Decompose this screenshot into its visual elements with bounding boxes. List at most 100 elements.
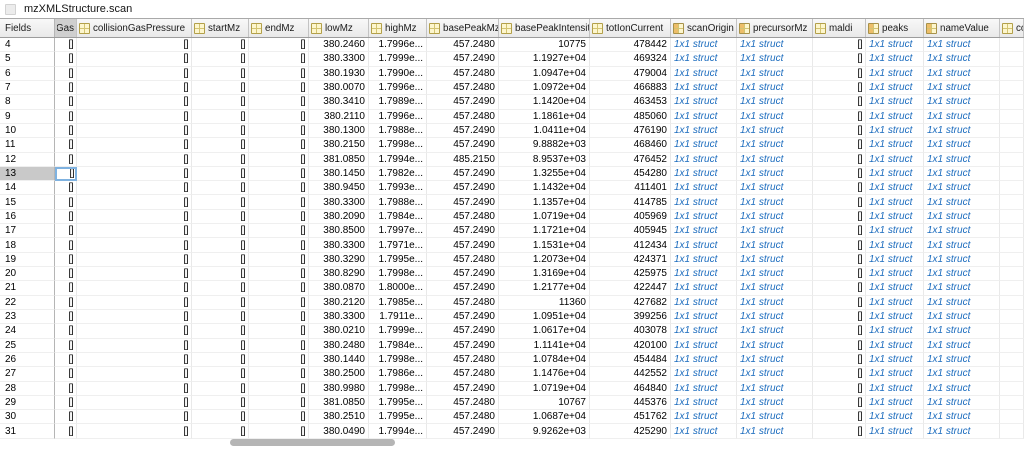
table-cell-highMz[interactable]: 1.7982e... <box>369 166 427 182</box>
table-cell-co[interactable] <box>1000 295 1024 310</box>
table-cell-peaks[interactable]: 1x1 struct <box>866 109 924 124</box>
table-cell-nameValue[interactable]: 1x1 struct <box>924 295 1000 310</box>
table-cell-collisionGasPressure[interactable]: [] <box>77 324 192 339</box>
table-cell-collisionGasPressure[interactable]: [] <box>77 281 192 296</box>
table-cell-totIonCurrent[interactable]: 454280 <box>590 166 671 182</box>
table-cell-co[interactable] <box>1000 195 1024 210</box>
table-cell-precursorMz[interactable]: 1x1 struct <box>737 52 813 67</box>
table-cell-precursorMz[interactable]: 1x1 struct <box>737 109 813 124</box>
table-cell-co[interactable] <box>1000 281 1024 296</box>
table-cell-maldi[interactable]: [] <box>813 109 866 124</box>
table-cell-co[interactable] <box>1000 95 1024 110</box>
table-cell-nameValue[interactable]: 1x1 struct <box>924 424 1000 439</box>
table-cell-basePeakMz[interactable]: 457.2480 <box>427 295 499 310</box>
table-cell-totIonCurrent[interactable]: 451762 <box>590 410 671 425</box>
table-cell-startMz[interactable]: [] <box>192 252 249 267</box>
row-header[interactable]: 13 <box>0 166 55 182</box>
table-cell-co[interactable] <box>1000 252 1024 267</box>
table-cell-endMz[interactable]: [] <box>249 367 309 382</box>
table-cell-precursorMz[interactable]: 1x1 struct <box>737 324 813 339</box>
table-cell-scanOrigin[interactable]: 1x1 struct <box>671 238 737 253</box>
table-cell-maldi[interactable]: [] <box>813 352 866 368</box>
table-cell-maldi[interactable]: [] <box>813 367 866 382</box>
table-cell-basePeakIntensity[interactable]: 1.0951e+04 <box>499 309 590 325</box>
table-cell-scanOrigin[interactable]: 1x1 struct <box>671 38 737 53</box>
table-cell-precursorMz[interactable]: 1x1 struct <box>737 181 813 196</box>
table-cell-collisionGasPressure[interactable]: [] <box>77 352 192 368</box>
table-cell-startMz[interactable]: [] <box>192 66 249 81</box>
table-cell-startMz[interactable]: [] <box>192 166 249 182</box>
table-cell-totIonCurrent[interactable]: 425290 <box>590 424 671 439</box>
table-cell-highMz[interactable]: 1.7996e... <box>369 109 427 124</box>
table-cell-totIonCurrent[interactable]: 464840 <box>590 381 671 396</box>
table-cell-nameValue[interactable]: 1x1 struct <box>924 410 1000 425</box>
table-cell-basePeakIntensity[interactable]: 1.3169e+04 <box>499 267 590 282</box>
table-cell-basePeakMz[interactable]: 457.2490 <box>427 309 499 325</box>
table-cell-endMz[interactable]: [] <box>249 381 309 396</box>
table-cell-highMz[interactable]: 1.7997e... <box>369 224 427 239</box>
table-cell-peaks[interactable]: 1x1 struct <box>866 410 924 425</box>
table-cell-totIonCurrent[interactable]: 469324 <box>590 52 671 67</box>
table-cell-peaks[interactable]: 1x1 struct <box>866 95 924 110</box>
table-cell-startMz[interactable]: [] <box>192 381 249 396</box>
table-cell-collisionGasPressure[interactable]: [] <box>77 80 192 96</box>
table-cell-endMz[interactable]: [] <box>249 424 309 439</box>
table-cell-basePeakMz[interactable]: 457.2480 <box>427 109 499 124</box>
table-cell-scanOrigin[interactable]: 1x1 struct <box>671 224 737 239</box>
table-cell-basePeakIntensity[interactable]: 1.0784e+04 <box>499 352 590 368</box>
table-cell-basePeakIntensity[interactable]: 9.8882e+03 <box>499 138 590 153</box>
table-cell-precursorMz[interactable]: 1x1 struct <box>737 424 813 439</box>
table-cell-endMz[interactable]: [] <box>249 166 309 182</box>
table-cell-co[interactable] <box>1000 352 1024 368</box>
table-cell-basePeakMz[interactable]: 457.2480 <box>427 80 499 96</box>
row-header[interactable]: 24 <box>0 324 55 339</box>
table-cell-startMz[interactable]: [] <box>192 267 249 282</box>
table-cell-collisionGasPressure[interactable]: [] <box>77 66 192 81</box>
table-cell-collisionGas[interactable]: [] <box>55 38 77 53</box>
table-cell-collisionGas[interactable]: [] <box>55 52 77 67</box>
table-cell-basePeakIntensity[interactable]: 1.2073e+04 <box>499 252 590 267</box>
table-cell-scanOrigin[interactable]: 1x1 struct <box>671 381 737 396</box>
table-cell-startMz[interactable]: [] <box>192 367 249 382</box>
table-cell-scanOrigin[interactable]: 1x1 struct <box>671 338 737 353</box>
table-cell-scanOrigin[interactable]: 1x1 struct <box>671 181 737 196</box>
table-cell-highMz[interactable]: 1.7994e... <box>369 424 427 439</box>
table-cell-co[interactable] <box>1000 238 1024 253</box>
table-cell-collisionGasPressure[interactable]: [] <box>77 138 192 153</box>
table-cell-basePeakIntensity[interactable]: 1.1420e+04 <box>499 95 590 110</box>
table-cell-precursorMz[interactable]: 1x1 struct <box>737 38 813 53</box>
table-cell-nameValue[interactable]: 1x1 struct <box>924 367 1000 382</box>
column-header-totIonCurrent[interactable]: totIonCurrent <box>590 19 671 37</box>
table-cell-scanOrigin[interactable]: 1x1 struct <box>671 324 737 339</box>
table-cell-lowMz[interactable]: 380.0210 <box>309 324 369 339</box>
table-cell-totIonCurrent[interactable]: 411401 <box>590 181 671 196</box>
table-cell-nameValue[interactable]: 1x1 struct <box>924 224 1000 239</box>
table-cell-co[interactable] <box>1000 38 1024 53</box>
table-cell-collisionGasPressure[interactable]: [] <box>77 367 192 382</box>
row-header[interactable]: 23 <box>0 309 55 325</box>
table-cell-totIonCurrent[interactable]: 463453 <box>590 95 671 110</box>
table-cell-lowMz[interactable]: 380.2120 <box>309 295 369 310</box>
row-header[interactable]: 15 <box>0 195 55 210</box>
table-cell-startMz[interactable]: [] <box>192 109 249 124</box>
table-cell-highMz[interactable]: 1.7998e... <box>369 381 427 396</box>
table-cell-endMz[interactable]: [] <box>249 52 309 67</box>
table-cell-basePeakMz[interactable]: 457.2490 <box>427 281 499 296</box>
table-cell-maldi[interactable]: [] <box>813 309 866 325</box>
table-cell-nameValue[interactable]: 1x1 struct <box>924 123 1000 139</box>
table-cell-lowMz[interactable]: 380.0070 <box>309 80 369 96</box>
table-cell-lowMz[interactable]: 380.9450 <box>309 181 369 196</box>
table-cell-scanOrigin[interactable]: 1x1 struct <box>671 281 737 296</box>
table-cell-maldi[interactable]: [] <box>813 123 866 139</box>
table-cell-nameValue[interactable]: 1x1 struct <box>924 281 1000 296</box>
table-cell-co[interactable] <box>1000 209 1024 225</box>
table-cell-precursorMz[interactable]: 1x1 struct <box>737 295 813 310</box>
table-cell-precursorMz[interactable]: 1x1 struct <box>737 209 813 225</box>
column-header-startMz[interactable]: startMz <box>192 19 249 37</box>
table-cell-basePeakMz[interactable]: 457.2490 <box>427 324 499 339</box>
table-cell-highMz[interactable]: 1.7995e... <box>369 410 427 425</box>
table-cell-highMz[interactable]: 1.7996e... <box>369 80 427 96</box>
table-cell-scanOrigin[interactable]: 1x1 struct <box>671 209 737 225</box>
table-cell-totIonCurrent[interactable]: 485060 <box>590 109 671 124</box>
table-cell-scanOrigin[interactable]: 1x1 struct <box>671 66 737 81</box>
